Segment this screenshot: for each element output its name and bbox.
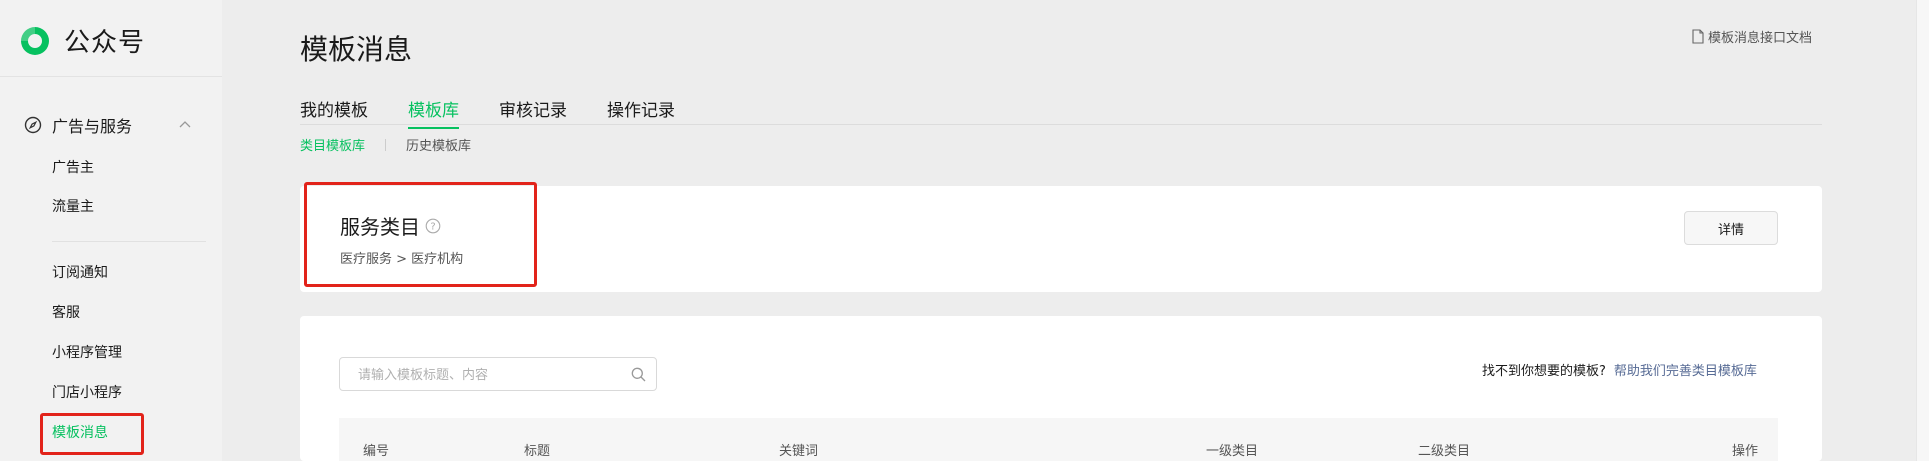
tab-operation-records[interactable]: 操作记录 <box>607 96 675 127</box>
compass-icon <box>24 116 42 134</box>
tab-my-templates[interactable]: 我的模板 <box>300 96 368 127</box>
column-header-primary-category: 一级类目 <box>1206 444 1259 459</box>
column-header-secondary-category: 二级类目 <box>1418 444 1471 459</box>
app-logo[interactable]: 公众号 <box>18 22 145 59</box>
column-header-keywords: 关键词 <box>779 444 819 459</box>
improve-library-link[interactable]: 帮助我们完善类目模板库 <box>1614 364 1757 379</box>
document-icon <box>1692 29 1704 44</box>
tab-underline-divider <box>300 124 1822 125</box>
chevron-up-icon[interactable] <box>178 118 192 132</box>
hint-text: 找不到你想要的模板? <box>1482 364 1606 379</box>
table-header: 编号 标题 关键词 一级类目 二级类目 操作 <box>339 418 1778 461</box>
sidebar-group-label: 广告与服务 <box>52 117 133 136</box>
search-icon[interactable] <box>631 367 646 382</box>
subtab-history-library[interactable]: 历史模板库 <box>406 135 471 154</box>
page-title: 模板消息 <box>300 33 413 66</box>
tab-bar: 我的模板 模板库 审核记录 操作记录 <box>300 96 715 129</box>
sidebar: 公众号 广告与服务 广告主 流量主 订阅通知 客服 小程序管理 门店小程序 模板… <box>0 0 222 461</box>
main-content: 模板消息 模板消息接口文档 我的模板 模板库 审核记录 操作记录 类目模板库 历… <box>222 0 1929 461</box>
highlight-box-sidebar <box>40 413 144 455</box>
search-box <box>339 357 657 392</box>
column-header-id: 编号 <box>363 444 390 459</box>
sidebar-item-store-miniprogram[interactable]: 门店小程序 <box>52 382 122 402</box>
sidebar-item-publisher[interactable]: 流量主 <box>52 196 94 216</box>
vertical-scrollbar[interactable] <box>1916 0 1929 461</box>
missing-template-hint: 找不到你想要的模板? 帮助我们完善类目模板库 <box>1482 360 1757 379</box>
subtab-bar: 类目模板库 历史模板库 <box>300 135 471 154</box>
app-name: 公众号 <box>64 28 146 58</box>
doc-link[interactable]: 模板消息接口文档 <box>1692 27 1812 46</box>
column-header-title: 标题 <box>524 444 551 459</box>
detail-button[interactable]: 详情 <box>1684 211 1778 245</box>
subtab-separator <box>385 138 387 151</box>
search-input[interactable] <box>356 358 620 392</box>
sidebar-item-advertiser[interactable]: 广告主 <box>52 157 94 177</box>
sidebar-item-miniprogram[interactable]: 小程序管理 <box>52 342 122 362</box>
sidebar-divider <box>0 76 222 77</box>
sidebar-separator <box>52 241 206 242</box>
sidebar-group-ads-services[interactable]: 广告与服务 <box>24 113 192 137</box>
doc-link-label: 模板消息接口文档 <box>1708 31 1813 46</box>
sidebar-item-customer-service[interactable]: 客服 <box>52 302 80 322</box>
wechat-official-account-logo-icon <box>21 26 49 55</box>
sidebar-item-subscribe-notice[interactable]: 订阅通知 <box>52 262 108 282</box>
highlight-box-category <box>304 182 537 287</box>
column-header-actions: 操作 <box>1732 444 1759 459</box>
tab-template-library[interactable]: 模板库 <box>408 96 459 129</box>
tab-review-records[interactable]: 审核记录 <box>499 96 567 127</box>
subtab-category-library[interactable]: 类目模板库 <box>300 135 365 154</box>
